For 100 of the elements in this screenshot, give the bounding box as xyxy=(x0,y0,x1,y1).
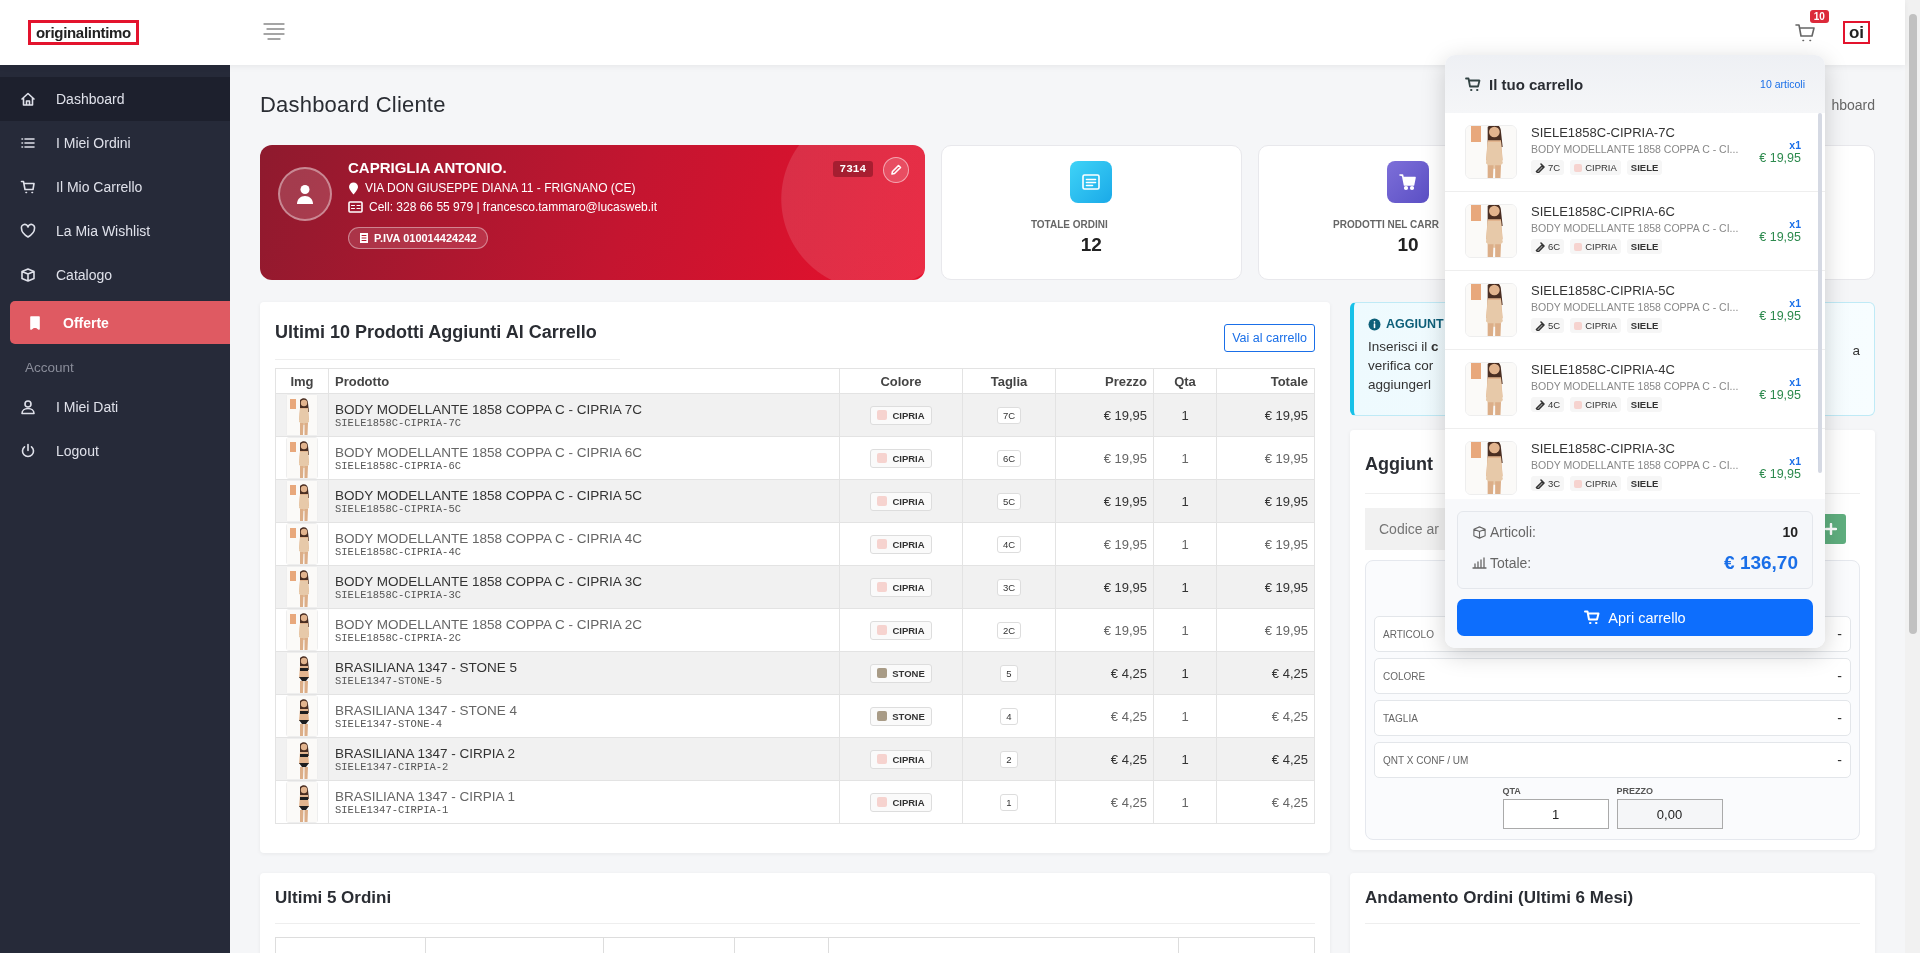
cart-item[interactable]: SIELE1858C-CIPRIA-4C BODY MODELLANTE 1858 COPPA C - CI... 4C CIPRIA SIELE x1 € 19,95 xyxy=(1445,350,1825,429)
dropdown-title: Il tuo carrello xyxy=(1489,75,1584,93)
product-name: BRASILIANA 1347 - STONE 5 xyxy=(335,659,519,675)
sidebar-item[interactable]: Offerte xyxy=(10,301,230,344)
open-cart-button[interactable]: Apri carrello xyxy=(1457,599,1813,636)
cart-item[interactable]: SIELE1858C-CIPRIA-6C BODY MODELLANTE 1858 COPPA C - CI... 6C CIPRIA SIELE x1 € 19,95 xyxy=(1445,192,1825,271)
size-tag: 4 xyxy=(1000,707,1018,725)
alert-text: verifica cor xyxy=(1368,357,1434,375)
alert-text: Inserisci il c xyxy=(1368,338,1439,356)
product-name: BODY MODELLANTE 1858 COPPA C - CIPRIA 6C xyxy=(335,444,644,460)
table-cell: 1 xyxy=(1153,522,1217,566)
item-price: € 19,95 xyxy=(1759,309,1801,323)
color-tag: CIPRIA xyxy=(1570,160,1621,175)
table-cell: € 4,25 xyxy=(1055,737,1154,781)
table-cell: € 19,95 xyxy=(1216,565,1315,609)
product-name: BODY MODELLANTE 1858 COPPA C - CIPRIA 3C xyxy=(335,573,644,589)
summary-label: Totale: xyxy=(1490,555,1532,571)
sidebar-item[interactable]: La Mia Wishlist xyxy=(0,209,230,253)
product-code: SIELE1347-CIRPIA-2 xyxy=(335,760,450,773)
size-tag: 5 xyxy=(1000,664,1018,682)
cart-count-badge: 10 xyxy=(1809,9,1829,23)
sidebar-item[interactable]: Dashboard xyxy=(0,77,230,121)
size-tag: 6C xyxy=(996,449,1022,467)
sidebar-item[interactable]: I Miei Dati xyxy=(0,385,230,429)
breadcrumb-link[interactable]: hboard xyxy=(1831,97,1875,113)
product-code: SIELE1858C-CIPRIA-2C xyxy=(335,631,463,644)
item-code: SIELE1858C-CIPRIA-7C xyxy=(1531,125,1676,140)
table-cell: 1 xyxy=(1153,737,1217,781)
panel-title: Ultimi 5 Ordini xyxy=(275,873,1315,924)
product-code: SIELE1858C-CIPRIA-3C xyxy=(335,588,463,601)
color-tag: STONE xyxy=(870,663,932,683)
cart-item[interactable]: SIELE1858C-CIPRIA-7C BODY MODELLANTE 1858 COPPA C - CI... 7C CIPRIA SIELE x1 € 19,95 xyxy=(1445,113,1825,192)
item-name: BODY MODELLANTE 1858 COPPA C - CI... xyxy=(1531,143,1740,155)
item-quantity: x1 xyxy=(1789,218,1801,230)
size-tag: 7C xyxy=(996,406,1022,424)
item-code: SIELE1858C-CIPRIA-5C xyxy=(1531,283,1676,298)
alert-title: AGGIUNT xyxy=(1386,317,1444,331)
edit-button[interactable] xyxy=(883,157,909,183)
price-field[interactable]: 0,00 xyxy=(1616,799,1723,829)
size-tag: 6C xyxy=(1531,239,1565,254)
item-code: SIELE1858C-CIPRIA-3C xyxy=(1531,441,1676,456)
color-tag: CIPRIA xyxy=(870,491,932,511)
color-tag: CIPRIA xyxy=(870,620,932,640)
info-field: COLORE - xyxy=(1374,658,1851,694)
size-tag: 1 xyxy=(1000,793,1018,811)
table-cell: € 19,95 xyxy=(1216,436,1315,480)
table-cell: € 19,95 xyxy=(1055,608,1154,652)
logo[interactable]: originalintimo xyxy=(28,20,139,45)
product-code: SIELE1858C-CIPRIA-4C xyxy=(335,545,463,558)
document-icon xyxy=(1081,172,1102,192)
color-tag: CIPRIA xyxy=(870,534,932,554)
brand-tag: SIELE xyxy=(1626,160,1663,175)
customer-code-badge: 7314 xyxy=(832,161,873,177)
item-price: € 19,95 xyxy=(1759,467,1801,481)
color-tag: STONE xyxy=(870,706,932,726)
sidebar-item[interactable]: I Miei Ordini xyxy=(0,121,230,165)
table-cell: 1 xyxy=(1153,565,1217,609)
summary-value: 10 xyxy=(1782,524,1798,540)
size-tag: 3C xyxy=(996,578,1022,596)
sidebar-item[interactable]: Il Mio Carrello xyxy=(0,165,230,209)
cart-icon xyxy=(1584,610,1601,625)
product-code: SIELE1347-CIRPIA-1 xyxy=(335,803,450,816)
column-header: Qta xyxy=(1153,368,1217,394)
sidebar-item[interactable]: Logout xyxy=(0,429,230,473)
color-tag: CIPRIA xyxy=(1570,397,1621,412)
table-cell: € 19,95 xyxy=(1216,393,1315,437)
quantity-field[interactable]: 1 xyxy=(1502,799,1609,829)
heart-icon xyxy=(20,223,36,239)
product-name: BODY MODELLANTE 1858 COPPA C - CIPRIA 5C xyxy=(335,487,644,503)
size-tag: 2 xyxy=(1000,750,1018,768)
stat-label: TOTALE ORDINI xyxy=(1030,219,1108,230)
scrollbar[interactable] xyxy=(1818,113,1822,473)
id-card-icon xyxy=(348,201,363,213)
product-name: BODY MODELLANTE 1858 COPPA C - CIPRIA 7C xyxy=(335,401,644,417)
pin-icon xyxy=(348,181,359,195)
table-cell: € 4,25 xyxy=(1055,780,1154,824)
cart-item[interactable]: SIELE1858C-CIPRIA-5C BODY MODELLANTE 1858 COPPA C - CI... 5C CIPRIA SIELE x1 € 19,95 xyxy=(1445,271,1825,350)
item-name: BODY MODELLANTE 1858 COPPA C - CI... xyxy=(1531,301,1740,313)
go-to-cart-button[interactable]: Vai al carrello xyxy=(1224,324,1315,352)
table-cell: 1 xyxy=(1153,479,1217,523)
table-cell: € 19,95 xyxy=(1055,393,1154,437)
cart-icon xyxy=(1465,76,1481,92)
field-label: QTA xyxy=(1502,786,1522,796)
size-tag: 7C xyxy=(1531,160,1565,175)
scrollbar[interactable] xyxy=(1908,14,1917,634)
summary-label: Articoli: xyxy=(1490,524,1536,540)
sidebar-item[interactable]: Catalogo xyxy=(0,253,230,297)
info-field: QNT X CONF / UM - xyxy=(1374,742,1851,778)
table-cell: 1 xyxy=(1153,651,1217,695)
user-logo[interactable]: oi xyxy=(1842,21,1870,44)
color-tag: CIPRIA xyxy=(870,749,932,769)
table-cell: € 4,25 xyxy=(1216,694,1315,738)
column-header: Img xyxy=(275,368,329,394)
table-cell: € 4,25 xyxy=(1055,651,1154,695)
brand-tag: SIELE xyxy=(1626,318,1663,333)
list-icon xyxy=(20,135,36,151)
panel-title: Ultimi 10 Prodotti Aggiunti Al Carrello xyxy=(275,316,620,360)
size-tag: 3C xyxy=(1531,476,1565,491)
color-tag: CIPRIA xyxy=(870,405,932,425)
product-code: SIELE1858C-CIPRIA-7C xyxy=(335,416,463,429)
